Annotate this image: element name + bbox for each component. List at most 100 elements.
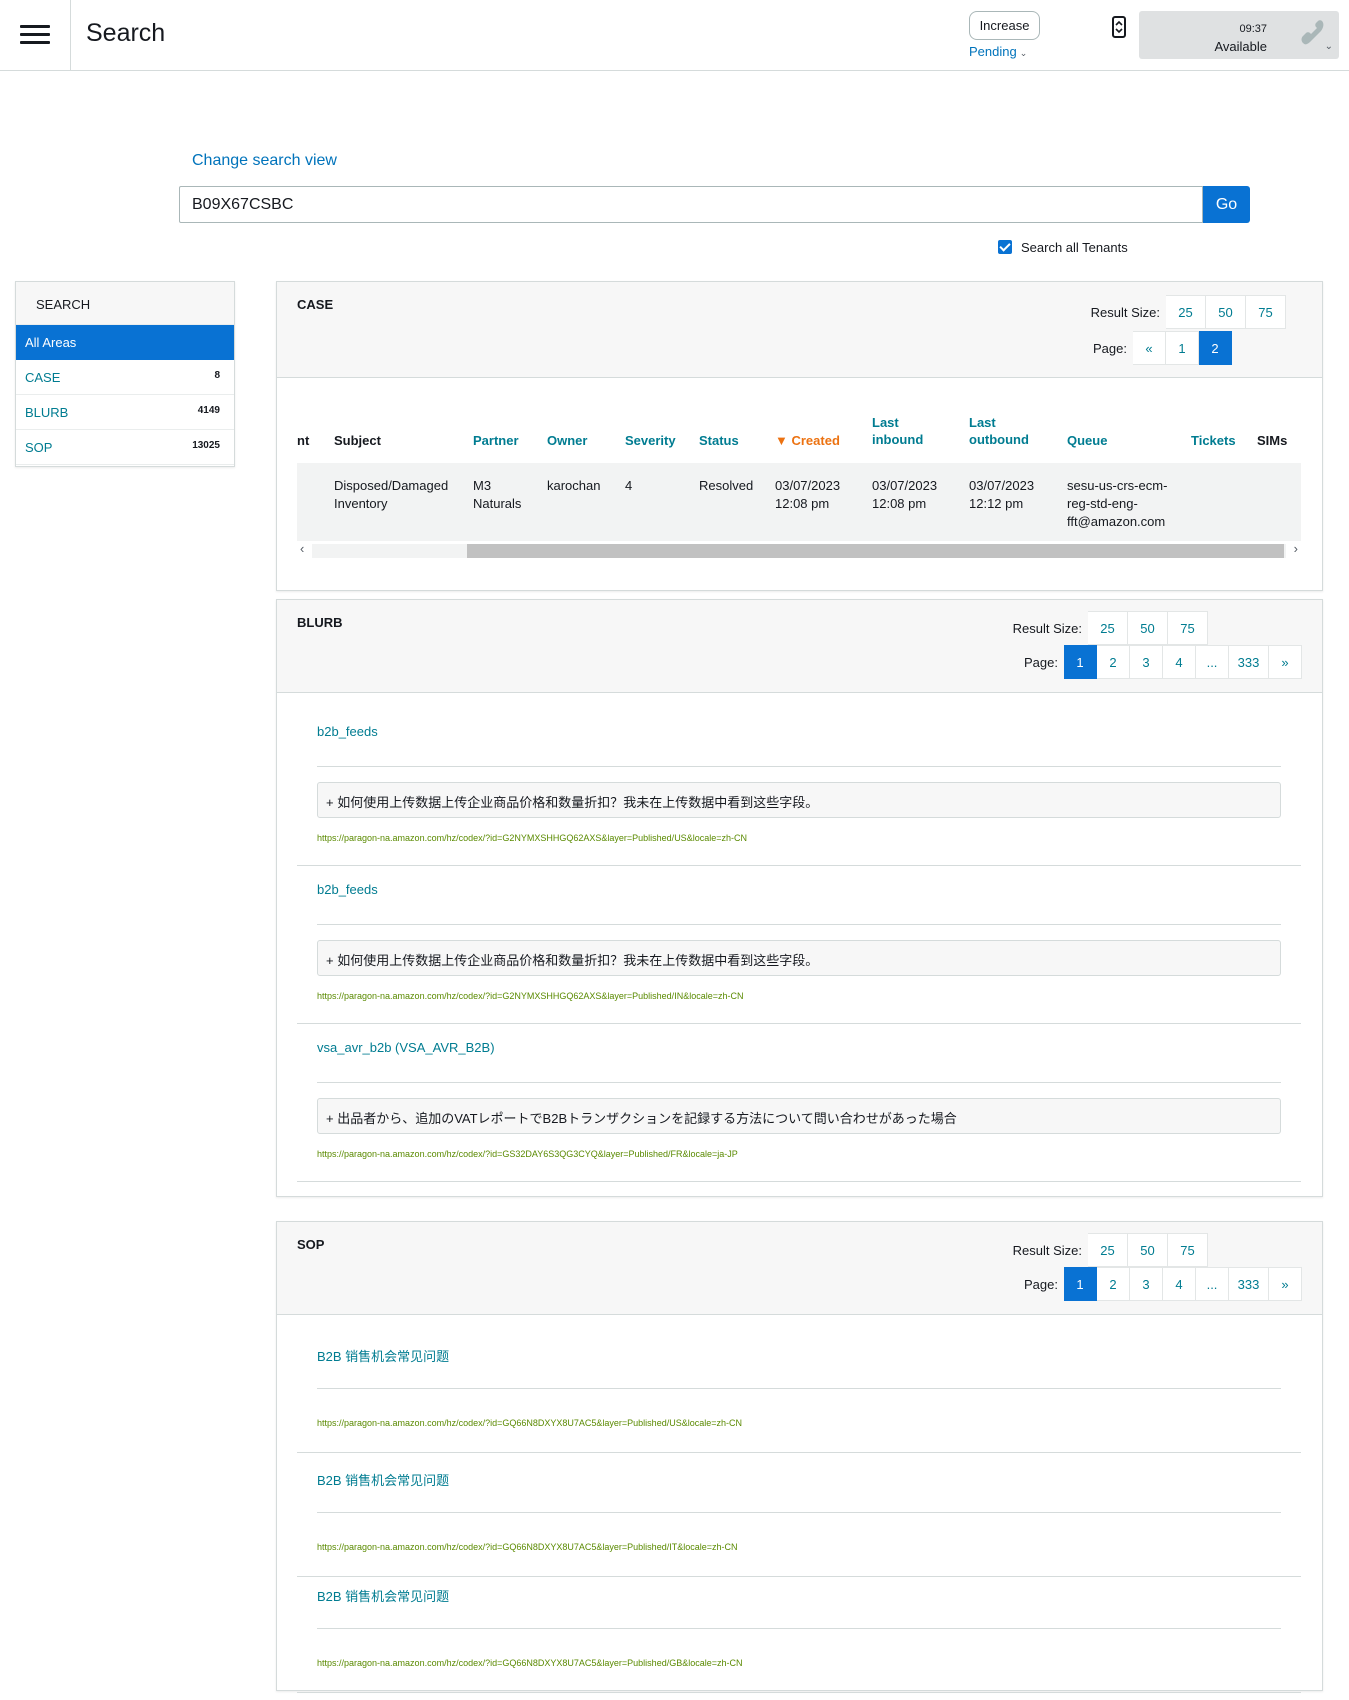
sop-result-item: B2B 销售机会常见问题 https://paragon-na.amazon.c… [297, 1586, 1301, 1693]
cell-line: reg-std-eng- [1067, 496, 1138, 511]
increase-button[interactable]: Increase [969, 11, 1040, 40]
page-1[interactable]: 1 [1064, 645, 1097, 679]
cell-line: 03/07/2023 [969, 478, 1035, 493]
cell-line: Disposed/Damaged [334, 478, 449, 493]
page-2[interactable]: 2 [1199, 331, 1232, 365]
sop-url-link[interactable]: https://paragon-na.amazon.com/hz/codex/?… [317, 1418, 742, 1428]
result-size-25[interactable]: 25 [1088, 611, 1128, 645]
blurb-url-link[interactable]: https://paragon-na.amazon.com/hz/codex/?… [317, 1149, 738, 1159]
cell-created: 03/07/2023 12:08 pm [775, 477, 840, 513]
result-size-50[interactable]: 50 [1128, 611, 1168, 645]
page-next[interactable]: » [1269, 645, 1302, 679]
result-size-25[interactable]: 25 [1088, 1233, 1128, 1267]
column-header-last-inbound[interactable]: Last inbound [872, 414, 923, 448]
search-input[interactable] [179, 186, 1203, 223]
page-3[interactable]: 3 [1130, 645, 1163, 679]
sop-result-title[interactable]: B2B 销售机会常见问题 [317, 1586, 449, 1605]
blurb-question[interactable]: + 如何使用上传数据上传企业商品价格和数量折扣？我未在上传数据中看到这些字段。 [317, 782, 1281, 818]
divider [317, 766, 1281, 767]
column-header-severity[interactable]: Severity [625, 432, 676, 449]
sop-url-link[interactable]: https://paragon-na.amazon.com/hz/codex/?… [317, 1542, 737, 1552]
cell-partner: M3 Naturals [473, 477, 521, 513]
search-all-tenants[interactable]: Search all Tenants [998, 240, 1128, 255]
page-ellipsis: ... [1196, 1267, 1229, 1301]
scrollbar-thumb[interactable] [467, 544, 1284, 558]
page-4[interactable]: 4 [1163, 1267, 1196, 1301]
blurb-url-link[interactable]: https://paragon-na.amazon.com/hz/codex/?… [317, 833, 747, 843]
result-size-25[interactable]: 25 [1166, 295, 1206, 329]
result-size-label: Result Size: [1012, 1242, 1082, 1258]
divider [317, 1512, 1281, 1513]
cell-last-outbound: 03/07/2023 12:12 pm [969, 477, 1034, 513]
divider [317, 1388, 1281, 1389]
scroll-right-icon[interactable]: › [1294, 541, 1298, 556]
result-size-50[interactable]: 50 [1206, 295, 1246, 329]
sop-panel: SOP Result Size: 25 50 75 Page: 1 2 3 4 … [276, 1221, 1323, 1693]
hamburger-menu-icon[interactable] [0, 0, 71, 70]
page-4[interactable]: 4 [1163, 645, 1196, 679]
sop-result-title[interactable]: B2B 销售机会常见问题 [317, 1470, 449, 1489]
blurb-pagination: Page: 1 2 3 4 ... 333 » [1024, 645, 1302, 679]
page-1[interactable]: 1 [1064, 1267, 1097, 1301]
result-size-75[interactable]: 75 [1168, 1233, 1208, 1267]
cell-line: 12:08 pm [872, 496, 927, 511]
blurb-result-title[interactable]: vsa_avr_b2b (VSA_AVR_B2B) [317, 1040, 495, 1055]
page-1[interactable]: 1 [1166, 331, 1199, 365]
scroll-left-icon[interactable]: ‹ [300, 541, 304, 556]
search-all-tenants-checkbox[interactable] [998, 240, 1012, 254]
page-next[interactable]: » [1269, 1267, 1302, 1301]
blurb-panel: BLURB Result Size: 25 50 75 Page: 1 2 3 … [276, 599, 1323, 1197]
blurb-question[interactable]: + 如何使用上传数据上传企业商品价格和数量折扣？我未在上传数据中看到这些字段。 [317, 940, 1281, 976]
nav-item-sop[interactable]: SOP 13025 [16, 430, 234, 465]
result-size-75[interactable]: 75 [1246, 295, 1286, 329]
column-header-status[interactable]: Status [699, 432, 739, 449]
page-333[interactable]: 333 [1229, 645, 1269, 679]
cell-line: sesu-us-crs-ecm- [1067, 478, 1168, 493]
agent-status-dropdown[interactable]: 09:37 Available ⌄ [1139, 11, 1339, 59]
nav-item-case[interactable]: CASE 8 [16, 360, 234, 395]
nav-item-all-areas[interactable]: All Areas [16, 325, 234, 360]
blurb-result-title[interactable]: b2b_feeds [317, 724, 378, 739]
page-3[interactable]: 3 [1130, 1267, 1163, 1301]
phone-switch-icon[interactable] [1110, 16, 1128, 38]
column-header-owner[interactable]: Owner [547, 432, 587, 449]
cell-line: M3 [473, 478, 492, 493]
horizontal-scrollbar[interactable]: ‹ › [297, 541, 1301, 558]
column-header-partner[interactable]: Partner [473, 432, 519, 449]
blurb-result-title[interactable]: b2b_feeds [317, 882, 378, 897]
pending-dropdown[interactable]: Pending ⌄ [969, 44, 1027, 59]
blurb-result-item: b2b_feeds + 如何使用上传数据上传企业商品价格和数量折扣？我未在上传数… [297, 882, 1301, 1024]
case-panel: CASE Result Size: 25 50 75 Page: « 1 2 n… [276, 281, 1323, 591]
sop-panel-header: SOP Result Size: 25 50 75 Page: 1 2 3 4 … [277, 1222, 1322, 1315]
result-size-50[interactable]: 50 [1128, 1233, 1168, 1267]
nav-item-label: All Areas [25, 335, 77, 350]
sop-result-title[interactable]: B2B 销售机会常见问题 [317, 1346, 449, 1365]
blurb-url-link[interactable]: https://paragon-na.amazon.com/hz/codex/?… [317, 991, 743, 1001]
result-size-75[interactable]: 75 [1168, 611, 1208, 645]
chevron-down-icon: ⌄ [1019, 48, 1028, 58]
nav-item-blurb[interactable]: BLURB 4149 [16, 395, 234, 430]
blurb-question[interactable]: + 出品者から、追加のVATレポートでB2Bトランザクションを記録する方法につい… [317, 1098, 1281, 1134]
sop-result-item: B2B 销售机会常见问题 https://paragon-na.amazon.c… [297, 1470, 1301, 1577]
search-all-tenants-label: Search all Tenants [1021, 240, 1128, 255]
column-header-created[interactable]: ▼ Created [775, 432, 840, 449]
column-header-line: inbound [872, 432, 924, 447]
page-2[interactable]: 2 [1097, 1267, 1130, 1301]
page-333[interactable]: 333 [1229, 1267, 1269, 1301]
cell-queue: sesu-us-crs-ecm- reg-std-eng- fft@amazon… [1067, 477, 1167, 531]
result-size-label: Result Size: [1090, 304, 1160, 320]
change-search-view-link[interactable]: Change search view [192, 152, 337, 170]
blurb-result-size: Result Size: 25 50 75 [1013, 611, 1208, 645]
page-prev[interactable]: « [1133, 331, 1166, 365]
status-time: 09:37 [1239, 23, 1267, 35]
column-header-tickets[interactable]: Tickets [1191, 432, 1236, 449]
column-header-queue[interactable]: Queue [1067, 432, 1107, 449]
page-2[interactable]: 2 [1097, 645, 1130, 679]
cell-status: Resolved [699, 478, 754, 493]
sop-url-link[interactable]: https://paragon-na.amazon.com/hz/codex/?… [317, 1658, 742, 1668]
column-header-last-outbound[interactable]: Last outbound [969, 414, 1029, 448]
go-button[interactable]: Go [1203, 186, 1250, 223]
cell-last-inbound: 03/07/2023 12:08 pm [872, 477, 937, 513]
blurb-result-item: b2b_feeds + 如何使用上传数据上传企业商品价格和数量折扣？我未在上传数… [297, 724, 1301, 866]
blurb-result-item: vsa_avr_b2b (VSA_AVR_B2B) + 出品者から、追加のVAT… [297, 1040, 1301, 1182]
